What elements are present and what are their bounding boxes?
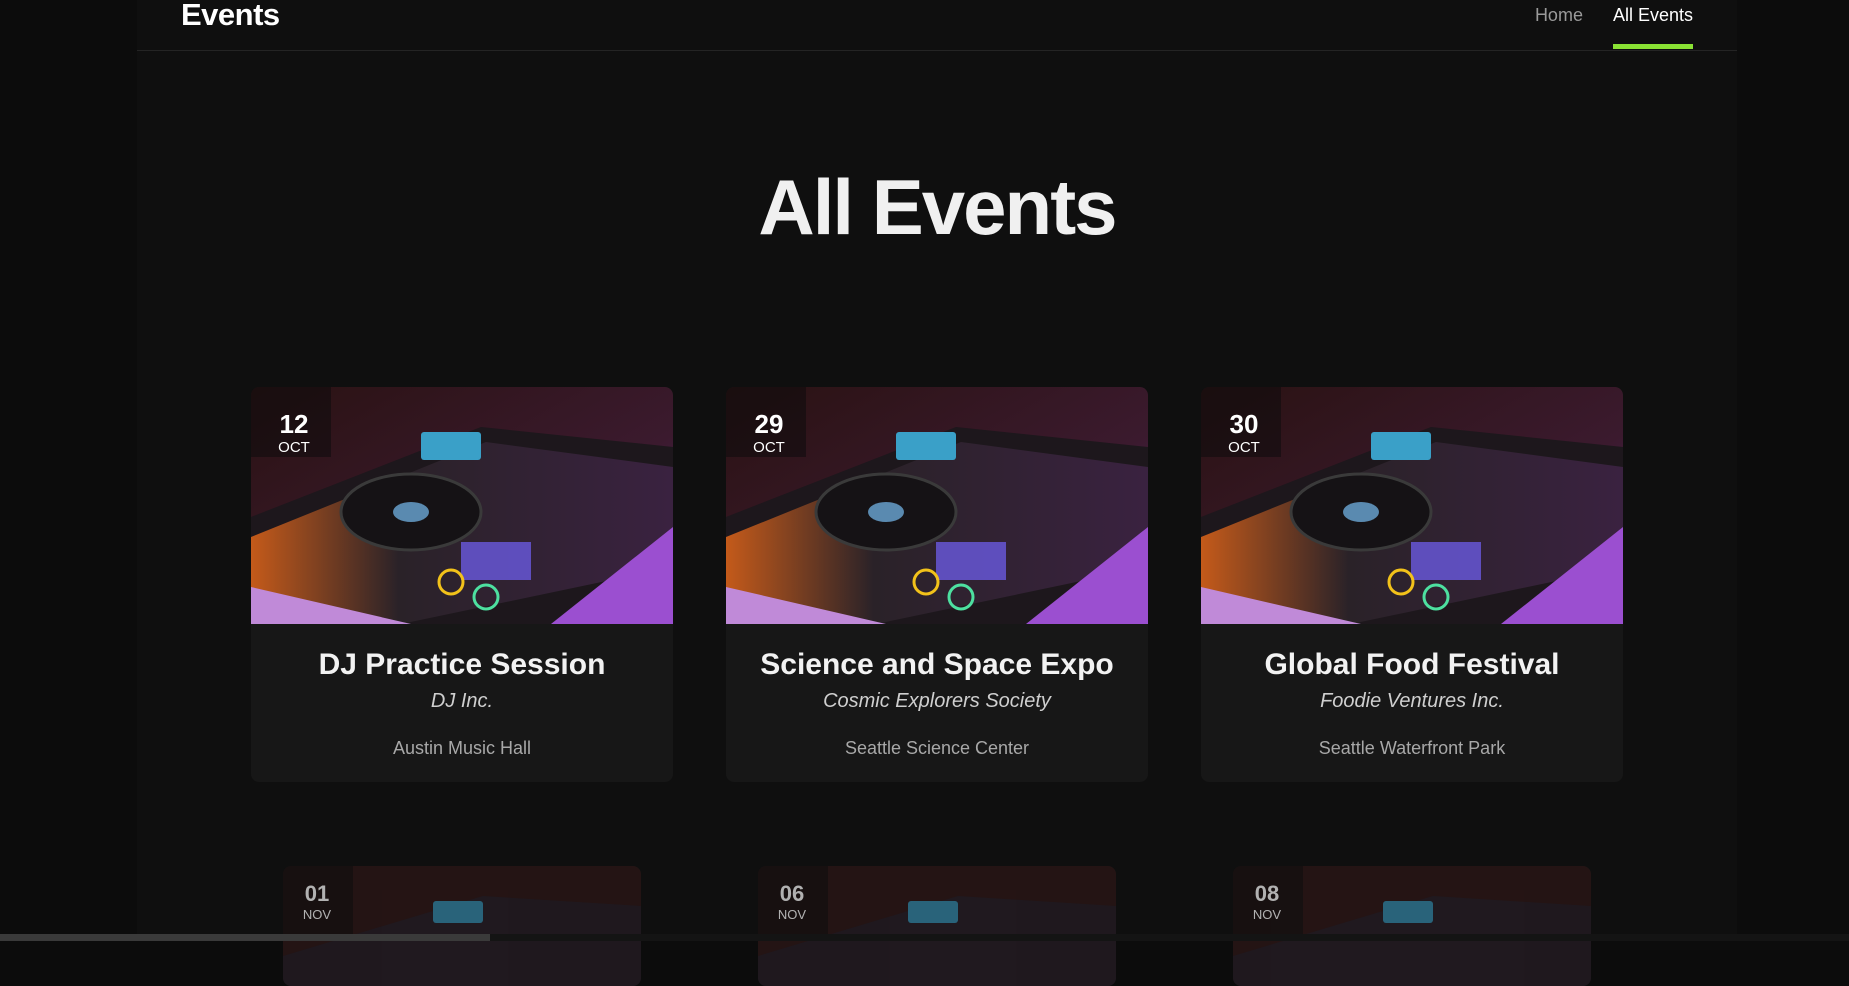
date-badge: 01 NOV (285, 866, 349, 922)
event-organizer: Foodie Ventures Inc. (1320, 690, 1504, 712)
date-badge: 29 OCT (734, 395, 804, 455)
nav-link-home[interactable]: Home (1535, 0, 1583, 50)
event-image[interactable]: 12 OCT (251, 387, 673, 624)
event-title[interactable]: Global Food Festival (1201, 648, 1623, 682)
event-venue: Seattle Waterfront Park (1318, 738, 1506, 758)
date-month: OCT (1228, 439, 1260, 456)
date-badge: 12 OCT (259, 395, 329, 455)
event-card[interactable]: 12 OCT DJ Practice Session DJ Inc. Austi… (251, 387, 673, 782)
date-month: NOV (777, 907, 807, 922)
date-day: 08 (1254, 881, 1280, 906)
event-card[interactable]: 29 OCT Science and Space Expo Cosmic Exp… (726, 387, 1148, 782)
nav-links: Home All Events (1505, 0, 1694, 50)
event-title[interactable]: Science and Space Expo (726, 648, 1148, 682)
date-day: 29 (754, 409, 784, 439)
event-image[interactable]: 01 NOV (283, 866, 641, 986)
event-image[interactable]: 30 OCT (1201, 387, 1623, 624)
event-organizer: DJ Inc. (430, 690, 494, 712)
date-badge: 30 OCT (1209, 395, 1279, 455)
date-month: OCT (278, 439, 310, 456)
date-month: NOV (302, 907, 332, 922)
event-venue: Seattle Science Center (844, 738, 1030, 758)
event-card[interactable]: 01 NOV (283, 866, 641, 986)
date-day: 06 (779, 881, 805, 906)
navbar: Events Home All Events (137, 0, 1737, 51)
date-month: NOV (1252, 907, 1282, 922)
event-card[interactable]: 08 NOV (1233, 866, 1591, 986)
event-image[interactable]: 06 NOV (758, 866, 1116, 986)
date-day: 01 (304, 881, 330, 906)
event-card[interactable]: 06 NOV (758, 866, 1116, 986)
event-card[interactable]: 30 OCT Global Food Festival Foodie Ventu… (1201, 387, 1623, 782)
horizontal-scrollbar-thumb[interactable] (0, 934, 490, 941)
brand-logo[interactable]: Events (181, 0, 280, 33)
date-badge: 06 NOV (760, 866, 824, 922)
date-badge: 08 NOV (1235, 866, 1299, 922)
event-title[interactable]: DJ Practice Session (251, 648, 673, 682)
date-day: 12 (279, 409, 309, 439)
nav-link-all-events[interactable]: All Events (1612, 0, 1694, 50)
event-venue: Austin Music Hall (392, 738, 532, 758)
event-organizer: Cosmic Explorers Society (823, 690, 1051, 712)
event-image[interactable]: 29 OCT (726, 387, 1148, 624)
page-title: All Events (758, 163, 1117, 251)
date-month: OCT (753, 439, 785, 456)
page-container: Events Home All Events All Events 12 OCT… (137, 0, 1737, 986)
date-day: 30 (1229, 409, 1259, 439)
event-image[interactable]: 08 NOV (1233, 866, 1591, 986)
